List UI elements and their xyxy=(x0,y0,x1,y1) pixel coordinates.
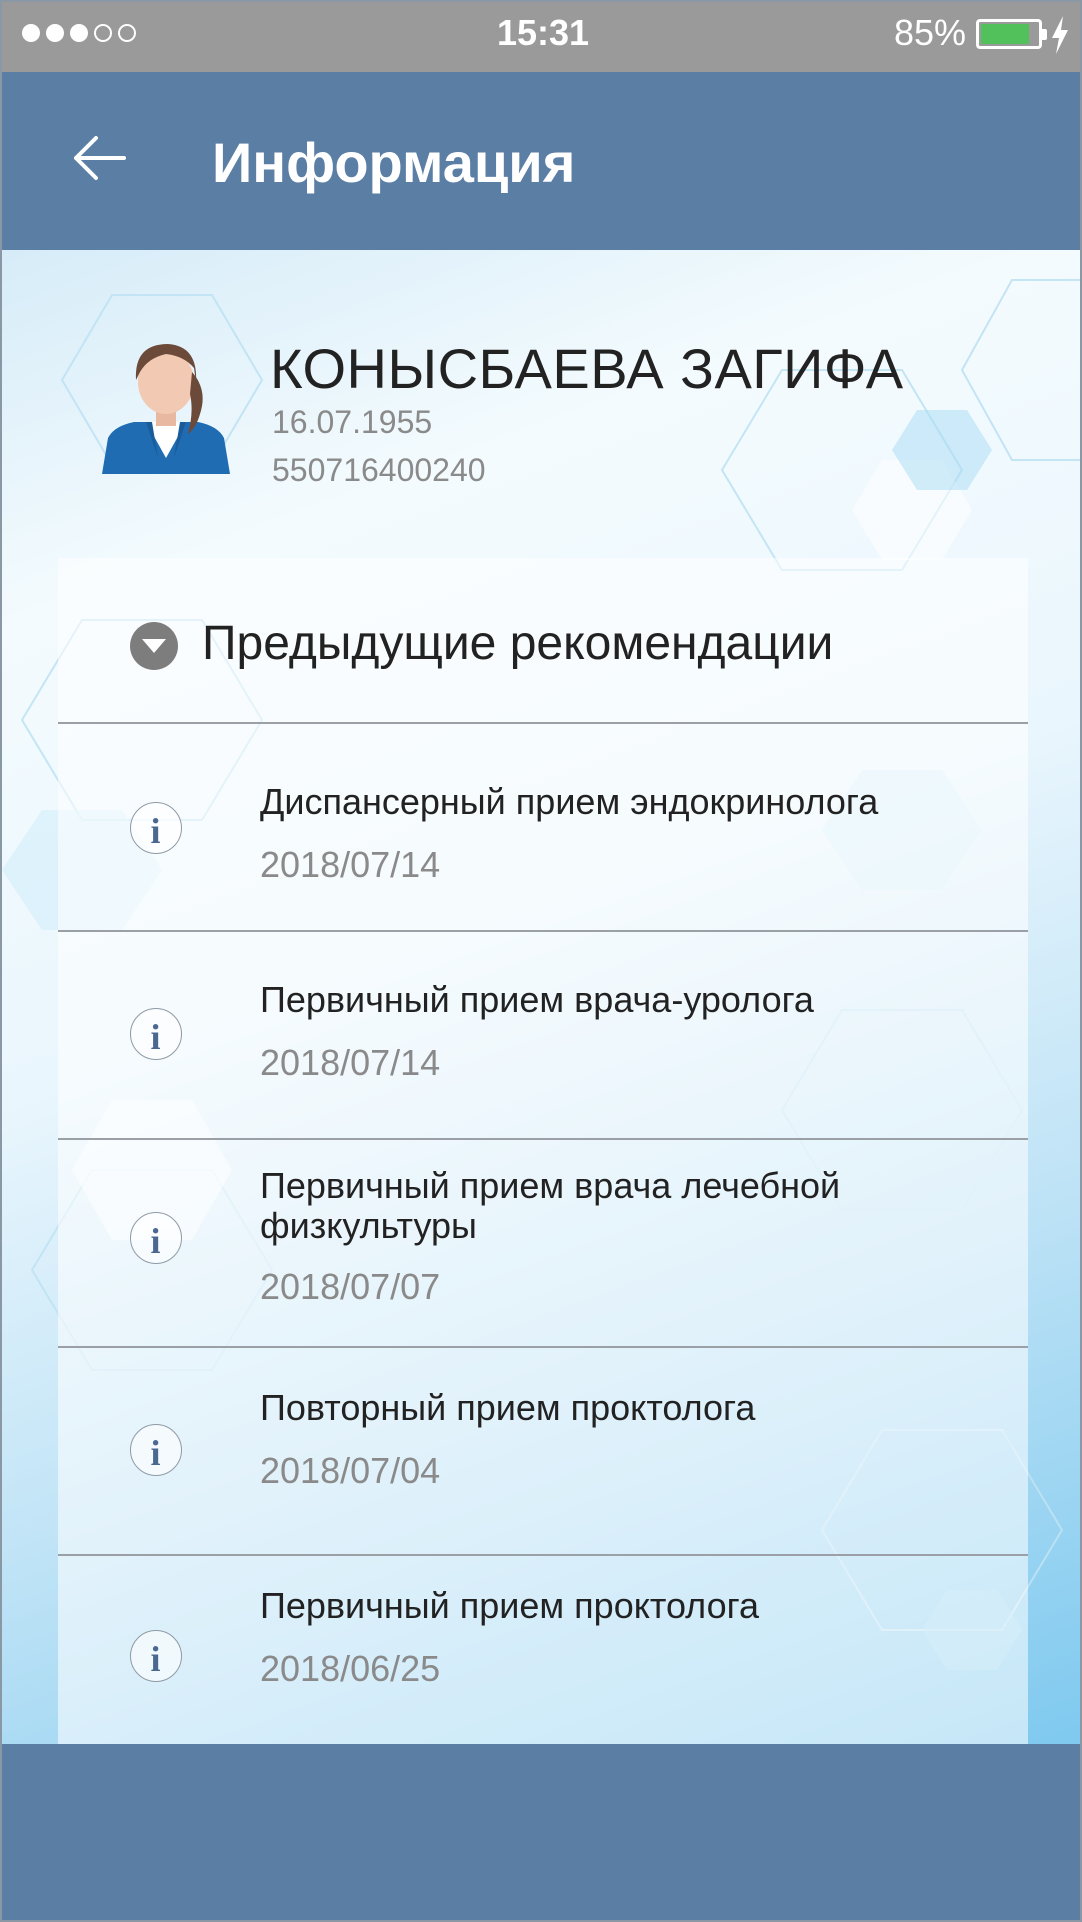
female-avatar-icon xyxy=(102,344,230,474)
recommendation-date: 2018/07/04 xyxy=(260,1450,441,1491)
recommendation-date: 2018/07/07 xyxy=(260,1266,441,1307)
info-icon[interactable]: i xyxy=(130,1212,182,1264)
section-title: Предыдущие рекомендации xyxy=(202,617,834,670)
list-item[interactable]: i Диспансерный прием эндокринолога 2018/… xyxy=(58,724,1028,932)
section-header-previous-recommendations[interactable]: Предыдущие рекомендации xyxy=(58,558,1028,724)
list-item[interactable]: i Первичный прием проктолога 2018/06/25 xyxy=(58,1556,1028,1744)
status-bar: 15:31 85% xyxy=(2,2,1080,72)
patient-profile: КОНЫСБАЕВА ЗАГИФА 16.07.1955 55071640024… xyxy=(2,250,1080,550)
recommendation-title: Диспансерный прием эндокринолога xyxy=(260,781,879,822)
bottom-bar xyxy=(2,1744,1080,1920)
patient-birth-date: 16.07.1955 xyxy=(272,404,433,440)
list-item[interactable]: i Повторный прием проктолога 2018/07/04 xyxy=(58,1348,1028,1556)
list-item[interactable]: i Первичный прием врача-уролога 2018/07/… xyxy=(58,932,1028,1140)
recommendation-title: Первичный прием врача лечебной физкульту… xyxy=(260,1165,841,1246)
chevron-down-icon[interactable] xyxy=(130,622,178,670)
patient-iin: 550716400240 xyxy=(272,452,486,488)
battery-fill xyxy=(981,24,1029,44)
info-icon[interactable]: i xyxy=(130,802,182,854)
info-icon[interactable]: i xyxy=(130,1424,182,1476)
back-arrow-icon[interactable] xyxy=(70,128,130,188)
info-icon[interactable]: i xyxy=(130,1008,182,1060)
info-icon[interactable]: i xyxy=(130,1630,182,1682)
battery-icon xyxy=(976,19,1047,49)
battery-percent: 85% xyxy=(893,12,966,53)
content-area: КОНЫСБАЕВА ЗАГИФА 16.07.1955 55071640024… xyxy=(2,250,1080,1744)
charging-icon xyxy=(1052,16,1068,54)
list-item[interactable]: i Первичный прием врача лечебной физкуль… xyxy=(58,1140,1028,1348)
app-header: Информация xyxy=(2,72,1080,250)
recommendations-card: Предыдущие рекомендации i Диспансерный п… xyxy=(58,558,1028,1744)
page-title: Информация xyxy=(212,131,576,194)
recommendation-title: Первичный прием врача-уролога xyxy=(260,979,814,1020)
recommendation-date: 2018/07/14 xyxy=(260,844,441,885)
recommendation-title: Первичный прием проктолога xyxy=(260,1585,759,1626)
recommendation-date: 2018/07/14 xyxy=(260,1042,441,1083)
recommendation-title: Повторный прием проктолога xyxy=(260,1387,756,1428)
recommendation-date: 2018/06/25 xyxy=(260,1648,441,1689)
app-screen: 15:31 85% Информация КОНЫСБАЕВА ЗАГИФА 1… xyxy=(0,0,1082,1922)
patient-name: КОНЫСБАЕВА ЗАГИФА xyxy=(270,337,904,400)
